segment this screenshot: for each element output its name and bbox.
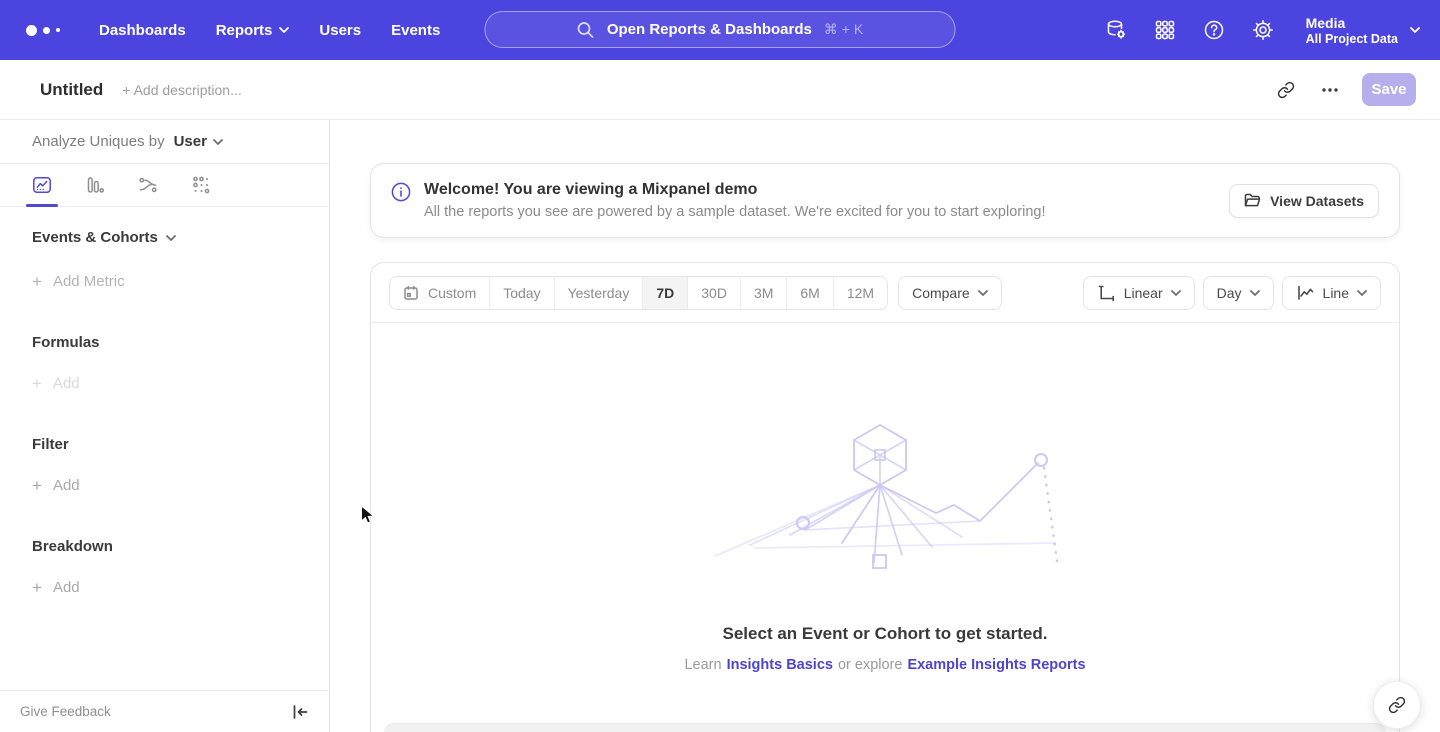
floating-link-button[interactable] xyxy=(1373,681,1421,729)
breakdown-header: Breakdown xyxy=(32,538,297,555)
insights-basics-link[interactable]: Insights Basics xyxy=(727,657,833,673)
range-7d[interactable]: 7D xyxy=(642,277,687,309)
chart-type-dropdown[interactable]: Line xyxy=(1282,276,1381,310)
retention-dots-tab[interactable] xyxy=(187,164,215,207)
empty-state-title: Select an Event or Cohort to get started… xyxy=(371,624,1399,644)
empty-state-subtitle: Learn Insights Basics or explore Example… xyxy=(371,657,1399,673)
line-chart-icon xyxy=(31,174,53,196)
link-icon xyxy=(1277,81,1295,99)
range-12m[interactable]: 12M xyxy=(833,277,887,309)
range-today[interactable]: Today xyxy=(489,277,553,309)
data-management-icon[interactable] xyxy=(1104,18,1128,42)
range-yesterday[interactable]: Yesterday xyxy=(554,277,643,309)
bar-chart-icon xyxy=(84,174,106,196)
scale-dropdown[interactable]: Linear xyxy=(1083,276,1195,310)
mixpanel-logo-icon[interactable] xyxy=(26,25,60,36)
banner-body: All the reports you see are powered by a… xyxy=(424,204,1046,220)
next-section-peek xyxy=(384,723,1386,732)
nav-reports[interactable]: Reports xyxy=(201,0,305,60)
link-icon xyxy=(1388,696,1406,714)
filter-header: Filter xyxy=(32,436,297,453)
chevron-down-icon xyxy=(978,290,988,296)
more-options-button[interactable] xyxy=(1312,72,1348,108)
date-range-segmented-control: Custom Today Yesterday 7D 30D 3M 6M 12M xyxy=(389,276,888,310)
range-30d[interactable]: 30D xyxy=(687,277,740,309)
give-feedback-link[interactable]: Give Feedback xyxy=(20,704,111,719)
analyze-by-dropdown[interactable]: User xyxy=(174,133,223,150)
events-cohorts-header[interactable]: Events & Cohorts xyxy=(32,229,297,246)
demo-banner: Welcome! You are viewing a Mixpanel demo… xyxy=(370,163,1400,238)
report-controls: Custom Today Yesterday 7D 30D 3M 6M 12M … xyxy=(371,263,1399,323)
settings-gear-icon[interactable] xyxy=(1251,18,1275,42)
search-icon xyxy=(577,21,595,39)
search-shortcut: ⌘ + K xyxy=(824,21,863,38)
add-metric-button[interactable]: + Add Metric xyxy=(32,273,297,290)
sidebar-footer: Give Feedback xyxy=(0,690,329,732)
empty-state: Select an Event or Cohort to get started… xyxy=(371,323,1399,673)
collapse-sidebar-icon[interactable] xyxy=(291,704,309,720)
report-main-area: Welcome! You are viewing a Mixpanel demo… xyxy=(330,120,1440,732)
folder-icon xyxy=(1244,193,1261,208)
plus-icon: + xyxy=(32,579,42,596)
plus-icon: + xyxy=(32,273,42,290)
line-chart-icon xyxy=(1296,283,1315,302)
project-name: Media xyxy=(1306,14,1398,32)
info-icon xyxy=(391,182,411,202)
chevron-down-icon xyxy=(279,27,289,33)
query-builder-sidebar: Analyze Uniques by User xyxy=(0,120,330,732)
chevron-down-icon xyxy=(1410,27,1420,33)
top-nav: Dashboards Reports Users Events Open Rep… xyxy=(0,0,1440,60)
chevron-down-icon xyxy=(1250,290,1260,296)
metric-type-tabs xyxy=(0,164,329,207)
search-placeholder: Open Reports & Dashboards xyxy=(607,21,812,38)
nav-dashboards[interactable]: Dashboards xyxy=(84,0,201,60)
example-insights-reports-link[interactable]: Example Insights Reports xyxy=(907,657,1085,673)
calendar-icon xyxy=(403,285,419,301)
compare-dropdown[interactable]: Compare xyxy=(898,276,1002,310)
project-selector[interactable]: Media All Project Data xyxy=(1306,14,1420,46)
dots-grid-icon xyxy=(190,174,212,196)
flow-icon xyxy=(137,174,159,196)
nav-users[interactable]: Users xyxy=(304,0,376,60)
apps-grid-icon[interactable] xyxy=(1153,18,1177,42)
global-search-input[interactable]: Open Reports & Dashboards ⌘ + K xyxy=(485,11,956,48)
help-icon[interactable] xyxy=(1202,18,1226,42)
copy-link-button[interactable] xyxy=(1268,72,1304,108)
ellipsis-icon xyxy=(1322,88,1338,92)
save-button[interactable]: Save xyxy=(1362,73,1416,106)
range-custom[interactable]: Custom xyxy=(390,277,489,309)
empty-state-illustration xyxy=(695,423,1075,573)
bar-chart-tab[interactable] xyxy=(81,164,109,207)
add-formula-button[interactable]: + Add xyxy=(32,375,297,392)
analyze-label: Analyze Uniques by xyxy=(32,133,165,150)
formulas-header: Formulas xyxy=(32,334,297,351)
add-breakdown-button[interactable]: + Add xyxy=(32,579,297,596)
range-6m[interactable]: 6M xyxy=(786,277,832,309)
nav-events[interactable]: Events xyxy=(376,0,455,60)
view-datasets-button[interactable]: View Datasets xyxy=(1229,184,1379,218)
banner-title: Welcome! You are viewing a Mixpanel demo xyxy=(424,181,1046,199)
insights-line-tab[interactable] xyxy=(28,164,56,207)
interval-dropdown[interactable]: Day xyxy=(1203,276,1274,310)
chevron-down-icon xyxy=(1357,290,1367,296)
add-filter-button[interactable]: + Add xyxy=(32,477,297,494)
add-description-field[interactable]: + Add description... xyxy=(122,82,241,98)
plus-icon: + xyxy=(32,375,42,392)
plus-icon: + xyxy=(32,477,42,494)
report-title[interactable]: Untitled xyxy=(40,80,103,100)
range-3m[interactable]: 3M xyxy=(740,277,786,309)
report-header: Untitled + Add description... Save xyxy=(0,60,1440,120)
project-scope: All Project Data xyxy=(1306,32,1398,46)
report-card: Custom Today Yesterday 7D 30D 3M 6M 12M … xyxy=(370,262,1400,732)
flow-tab[interactable] xyxy=(134,164,162,207)
chevron-down-icon xyxy=(213,139,223,145)
chevron-down-icon xyxy=(166,235,176,241)
axis-scale-icon xyxy=(1097,283,1116,302)
analyze-row: Analyze Uniques by User xyxy=(0,120,329,164)
chevron-down-icon xyxy=(1171,290,1181,296)
